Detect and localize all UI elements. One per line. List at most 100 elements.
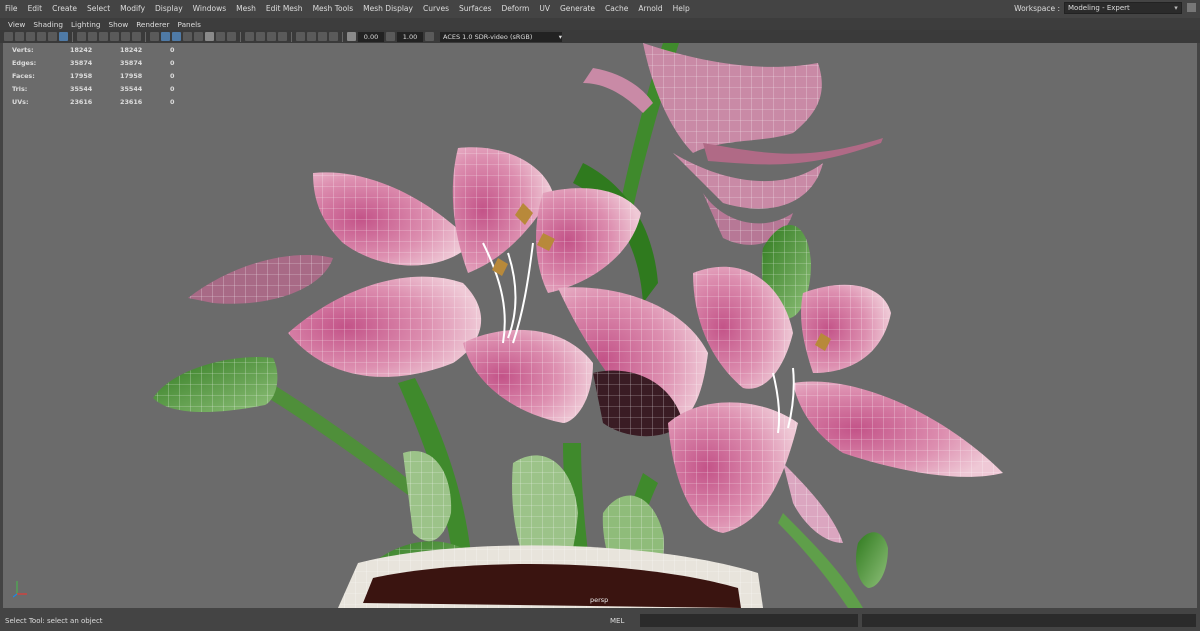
hud-value: 17958: [70, 71, 93, 80]
hud-value: 35544: [70, 84, 93, 93]
panel-menu-lighting[interactable]: Lighting: [67, 20, 105, 29]
resolution-gate-icon[interactable]: [99, 32, 108, 41]
chevron-down-icon: ▾: [1174, 4, 1178, 12]
hud-value: 35544: [120, 84, 143, 93]
hud-row-verts: Verts: 18242 18242 0: [12, 43, 200, 56]
menu-select[interactable]: Select: [82, 4, 115, 13]
poly-count-hud: Verts: 18242 18242 0 Edges: 35874 35874 …: [12, 43, 200, 108]
exposure-field[interactable]: 0.00: [358, 31, 384, 42]
shadows-icon[interactable]: [216, 32, 225, 41]
textured-icon[interactable]: [194, 32, 203, 41]
toolbar-divider: [240, 31, 241, 42]
lighting-icon[interactable]: [205, 32, 214, 41]
hud-value: 23616: [120, 97, 143, 106]
menu-file[interactable]: File: [0, 4, 23, 13]
command-line-input[interactable]: [640, 614, 858, 627]
hud-row-edges: Edges: 35874 35874 0: [12, 56, 200, 69]
toolbar-divider: [291, 31, 292, 42]
camera-name-label: persp: [590, 596, 609, 604]
lily-model-render: [153, 43, 1003, 608]
smooth-shade-icon[interactable]: [161, 32, 170, 41]
panel-menu-renderer[interactable]: Renderer: [132, 20, 173, 29]
xray-components-icon[interactable]: [318, 32, 327, 41]
menu-uv[interactable]: UV: [534, 4, 555, 13]
select-camera-icon[interactable]: [4, 32, 13, 41]
menu-cache[interactable]: Cache: [600, 4, 633, 13]
menu-help[interactable]: Help: [668, 4, 695, 13]
menu-create[interactable]: Create: [47, 4, 82, 13]
hud-value: 18242: [70, 45, 93, 54]
menu-windows[interactable]: Windows: [188, 4, 231, 13]
wireframe-icon[interactable]: [150, 32, 159, 41]
exposure-icon[interactable]: [347, 32, 356, 41]
menu-curves[interactable]: Curves: [418, 4, 454, 13]
hud-value: 17958: [120, 71, 143, 80]
gate-mask-icon[interactable]: [110, 32, 119, 41]
panel-menu-shading[interactable]: Shading: [29, 20, 67, 29]
safe-action-icon[interactable]: [132, 32, 141, 41]
xray-joints-icon[interactable]: [307, 32, 316, 41]
color-management-icon[interactable]: [425, 32, 434, 41]
gamma-icon[interactable]: [386, 32, 395, 41]
toolbar-divider: [145, 31, 146, 42]
field-chart-icon[interactable]: [121, 32, 130, 41]
hud-label: UVs:: [12, 97, 29, 106]
panel-menu-show[interactable]: Show: [104, 20, 132, 29]
menu-modify[interactable]: Modify: [115, 4, 150, 13]
workspace-select[interactable]: Modeling - Expert ▾: [1064, 2, 1182, 14]
menu-generate[interactable]: Generate: [555, 4, 600, 13]
chevron-down-icon: ▾: [558, 32, 562, 41]
view-transform-select[interactable]: ACES 1.0 SDR-video (sRGB) ▾: [440, 31, 562, 42]
xray-icon[interactable]: [183, 32, 192, 41]
wireframe-on-shaded-icon[interactable]: [172, 32, 181, 41]
hud-value: 35874: [70, 58, 93, 67]
help-line-text: Select Tool: select an object: [5, 616, 103, 625]
menu-edit[interactable]: Edit: [23, 4, 48, 13]
panel-menu-panels[interactable]: Panels: [174, 20, 206, 29]
hud-row-tris: Tris: 35544 35544 0: [12, 82, 200, 95]
hud-row-faces: Faces: 17958 17958 0: [12, 69, 200, 82]
help-line-bar: Select Tool: select an object MEL: [0, 610, 1200, 631]
hud-value: 0: [170, 45, 175, 54]
menu-display[interactable]: Display: [150, 4, 188, 13]
command-feedback-field: [862, 614, 1196, 627]
menu-mesh-display[interactable]: Mesh Display: [358, 4, 418, 13]
isolate-icon[interactable]: [296, 32, 305, 41]
menu-arnold[interactable]: Arnold: [633, 4, 667, 13]
workspace-label: Workspace :: [1014, 3, 1060, 13]
panel-menubar: View Shading Lighting Show Renderer Pane…: [0, 18, 1200, 30]
menu-mesh-tools[interactable]: Mesh Tools: [308, 4, 359, 13]
multisample-icon[interactable]: [267, 32, 276, 41]
depth-of-field-icon[interactable]: [278, 32, 287, 41]
menu-edit-mesh[interactable]: Edit Mesh: [261, 4, 308, 13]
panel-menu-view[interactable]: View: [4, 20, 29, 29]
pin-icon[interactable]: [1187, 3, 1196, 12]
two-d-pan-zoom-icon[interactable]: [59, 32, 68, 41]
hud-value: 0: [170, 58, 175, 67]
grease-pencil-icon[interactable]: [48, 32, 57, 41]
hud-label: Tris:: [12, 84, 28, 93]
grid-icon[interactable]: [77, 32, 86, 41]
ambient-occlusion-icon[interactable]: [245, 32, 254, 41]
3d-viewport[interactable]: Verts: 18242 18242 0 Edges: 35874 35874 …: [3, 43, 1197, 608]
flower-pot: [338, 545, 763, 608]
panel-toolbar: 0.00 1.00 ACES 1.0 SDR-video (sRGB) ▾: [0, 30, 1200, 43]
script-language-toggle[interactable]: MEL: [610, 617, 640, 625]
camera-attributes-icon[interactable]: [15, 32, 24, 41]
view-axis-icon: [13, 581, 27, 598]
menu-surfaces[interactable]: Surfaces: [454, 4, 496, 13]
main-menubar: File Edit Create Select Modify Display W…: [0, 0, 1200, 17]
isolate-select-icon[interactable]: [227, 32, 236, 41]
hud-label: Faces:: [12, 71, 35, 80]
hud-icon[interactable]: [329, 32, 338, 41]
gamma-field[interactable]: 1.00: [397, 31, 423, 42]
workspace-value: Modeling - Expert: [1068, 4, 1130, 12]
film-gate-icon[interactable]: [88, 32, 97, 41]
bookmark-icon[interactable]: [26, 32, 35, 41]
hud-label: Verts:: [12, 45, 34, 54]
menu-mesh[interactable]: Mesh: [231, 4, 261, 13]
hud-value: 18242: [120, 45, 143, 54]
motion-blur-icon[interactable]: [256, 32, 265, 41]
menu-deform[interactable]: Deform: [496, 4, 534, 13]
image-plane-icon[interactable]: [37, 32, 46, 41]
